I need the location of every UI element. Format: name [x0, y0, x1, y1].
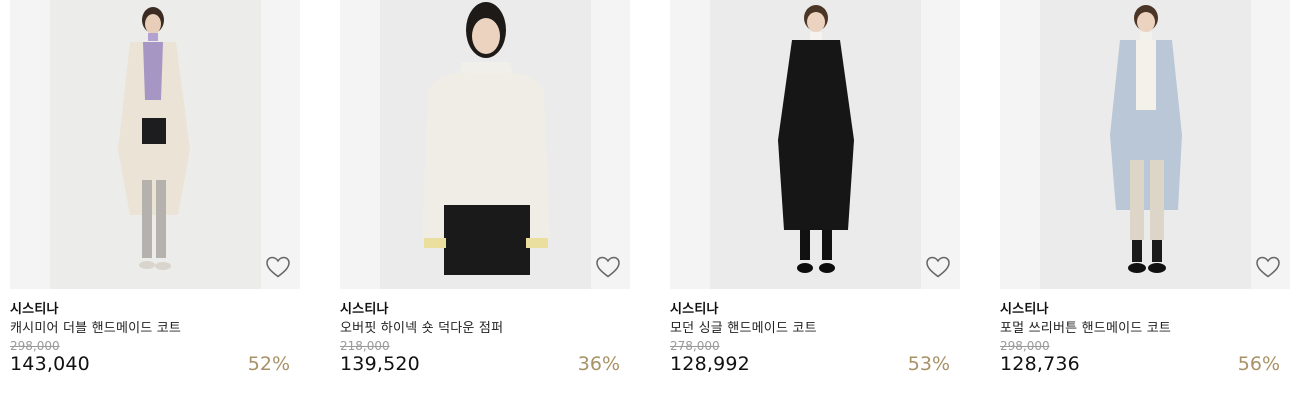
brand-name[interactable]: 시스티나 [1000, 298, 1049, 317]
product-image-frame[interactable] [1000, 0, 1290, 289]
product-name[interactable]: 오버핏 하이넥 숏 덕다운 점퍼 [340, 317, 503, 336]
discount-rate: 56% [1237, 353, 1280, 375]
heart-icon[interactable] [265, 255, 291, 279]
product-card[interactable]: 시스티나 모던 싱글 핸드메이드 코트 278,000 128,992 53% [670, 0, 960, 410]
original-price: 278,000 [670, 339, 720, 353]
heart-icon[interactable] [595, 255, 621, 279]
product-photo[interactable] [710, 0, 921, 289]
brand-name[interactable]: 시스티나 [10, 298, 59, 317]
product-image-frame[interactable] [670, 0, 960, 289]
sale-price: 128,992 [670, 353, 750, 375]
heart-icon[interactable] [925, 255, 951, 279]
product-photo[interactable] [50, 0, 261, 289]
product-grid: 시스티나 캐시미어 더블 핸드메이드 코트 298,000 143,040 52… [0, 0, 1314, 410]
discount-rate: 53% [907, 353, 950, 375]
sale-price: 128,736 [1000, 353, 1080, 375]
original-price: 298,000 [1000, 339, 1050, 353]
product-name[interactable]: 포멀 쓰리버튼 핸드메이드 코트 [1000, 317, 1171, 336]
sale-price: 143,040 [10, 353, 90, 375]
brand-name[interactable]: 시스티나 [670, 298, 719, 317]
product-card[interactable]: 시스티나 포멀 쓰리버튼 핸드메이드 코트 298,000 128,736 56… [1000, 0, 1290, 410]
product-name[interactable]: 캐시미어 더블 핸드메이드 코트 [10, 317, 181, 336]
product-photo[interactable] [380, 0, 591, 289]
sale-price: 139,520 [340, 353, 420, 375]
product-photo[interactable] [1040, 0, 1251, 289]
product-card[interactable]: 시스티나 캐시미어 더블 핸드메이드 코트 298,000 143,040 52… [10, 0, 300, 410]
discount-rate: 52% [247, 353, 290, 375]
product-name[interactable]: 모던 싱글 핸드메이드 코트 [670, 317, 817, 336]
product-card[interactable]: 시스티나 오버핏 하이넥 숏 덕다운 점퍼 218,000 139,520 36… [340, 0, 630, 410]
discount-rate: 36% [577, 353, 620, 375]
product-image-frame[interactable] [340, 0, 630, 289]
heart-icon[interactable] [1255, 255, 1281, 279]
brand-name[interactable]: 시스티나 [340, 298, 389, 317]
original-price: 218,000 [340, 339, 390, 353]
product-image-frame[interactable] [10, 0, 300, 289]
original-price: 298,000 [10, 339, 60, 353]
